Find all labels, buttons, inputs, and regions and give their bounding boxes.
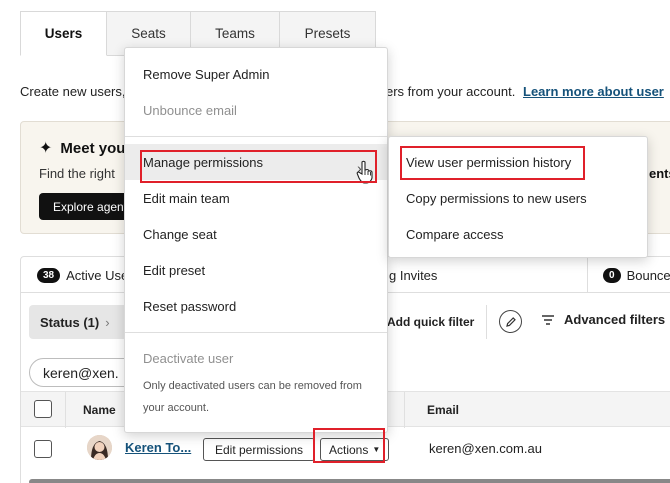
menu-item-edit-main-team[interactable]: Edit main team: [125, 180, 387, 216]
edit-permissions-button[interactable]: Edit permissions: [203, 438, 316, 461]
pencil-icon[interactable]: [499, 310, 522, 333]
tab-bounced[interactable]: 0 Bounce: [603, 257, 670, 293]
advanced-filters-button[interactable]: Advanced filters: [541, 312, 665, 327]
menu-divider: [125, 136, 387, 137]
user-email: keren@xen.com.au: [429, 441, 542, 456]
menu-item-edit-preset[interactable]: Edit preset: [125, 252, 387, 288]
column-divider: [65, 392, 66, 428]
select-all-checkbox[interactable]: [34, 400, 52, 418]
add-quick-filter-button[interactable]: Add quick filter: [387, 315, 474, 329]
advanced-filters-label: Advanced filters: [564, 312, 666, 327]
permissions-submenu: View user permission history Copy permis…: [388, 136, 648, 258]
actions-button[interactable]: Actions ▼: [320, 438, 390, 461]
tab-users[interactable]: Users: [20, 11, 107, 56]
status-filter-label: Status (1): [40, 314, 100, 330]
learn-more-link[interactable]: Learn more about user: [523, 84, 664, 99]
row-checkbox[interactable]: [34, 440, 52, 458]
status-filter-chip[interactable]: Status (1) ›: [29, 305, 139, 339]
table-row: Keren To... Edit permissions Actions ▼ k…: [21, 428, 670, 472]
column-header-email[interactable]: Email: [427, 403, 459, 417]
intro-text-continued: ers from your account.: [386, 84, 516, 99]
actions-button-label: Actions: [329, 442, 369, 457]
chevron-right-icon: ›: [105, 314, 110, 330]
caret-down-icon: ▼: [372, 445, 381, 454]
banner-description: Find the right: [39, 166, 115, 181]
horizontal-scrollbar[interactable]: [29, 479, 670, 483]
submenu-item-copy-permissions[interactable]: Copy permissions to new users: [389, 180, 647, 216]
menu-item-manage-permissions[interactable]: Manage permissions: [125, 144, 387, 180]
filter-divider: [486, 305, 487, 339]
bounced-count-badge: 0: [603, 267, 621, 283]
banner-title-text: Meet you: [60, 139, 126, 157]
tab-divider: [587, 257, 588, 293]
menu-item-change-seat[interactable]: Change seat: [125, 216, 387, 252]
tab-bounced-label: Bounce: [626, 267, 670, 283]
actions-menu: Remove Super Admin Unbounce email Manage…: [124, 47, 388, 433]
menu-item-reset-password[interactable]: Reset password: [125, 288, 387, 324]
avatar: [87, 435, 112, 460]
intro-text: Create new users,: [20, 84, 126, 99]
column-header-name[interactable]: Name: [83, 403, 116, 417]
banner-right-text: ents: [649, 166, 670, 181]
menu-item-deactivate-user: Deactivate user: [143, 350, 234, 366]
user-name-link[interactable]: Keren To...: [125, 440, 191, 455]
submenu-item-view-permission-history[interactable]: View user permission history: [389, 144, 647, 180]
tab-pending-invites[interactable]: g Invites: [389, 257, 437, 293]
menu-divider: [125, 332, 387, 333]
menu-item-remove-super-admin[interactable]: Remove Super Admin: [125, 56, 387, 92]
sparkle-icon: ✦: [39, 140, 53, 157]
active-count-badge: 38: [37, 267, 61, 283]
hand-cursor-icon: [356, 160, 374, 187]
filter-lines-icon: [542, 314, 554, 325]
tab-active-users-label: Active Use: [66, 267, 129, 283]
banner-title: ✦ Meet you: [39, 138, 125, 158]
submenu-item-compare-access[interactable]: Compare access: [389, 216, 647, 252]
deactivate-note: Only deactivated users can be removed fr…: [143, 380, 362, 414]
tab-active-users[interactable]: 38 Active Use: [37, 257, 128, 293]
column-divider: [404, 392, 405, 428]
menu-item-unbounce-email: Unbounce email: [143, 102, 237, 118]
